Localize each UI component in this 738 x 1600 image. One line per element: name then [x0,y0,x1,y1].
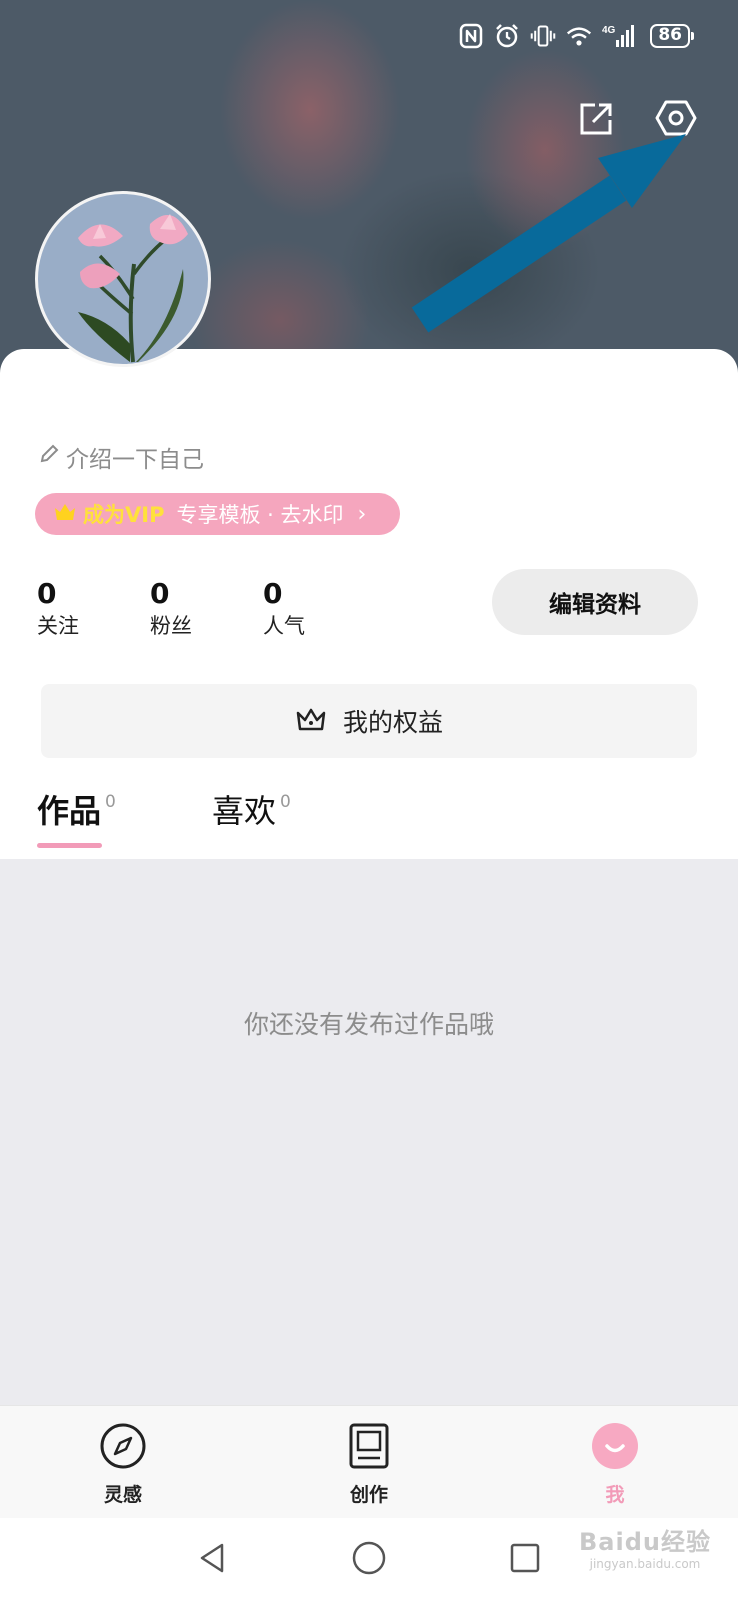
crown-outline-icon [295,705,327,737]
bio-placeholder: 介绍一下自己 [66,447,204,473]
stat-label: 关注 [37,614,79,638]
create-icon [345,1422,393,1470]
avatar[interactable] [35,191,211,367]
tab-count: 0 [280,792,291,812]
chevron-right-icon: › [357,501,367,527]
nav-label: 灵感 [103,1484,142,1506]
tab-works[interactable]: 作品 0 [37,790,116,832]
stat-label: 人气 [263,614,305,638]
alarm-icon [494,23,520,49]
vip-banner[interactable]: 成为VIP 专享模板 · 去水印 › [35,493,400,535]
battery-icon: 86 [650,24,694,48]
bio-edit[interactable]: 介绍一下自己 [38,440,204,474]
my-benefits-button[interactable]: 我的权益 [41,684,697,758]
bottom-navigation: 灵感 创作 我 [0,1405,738,1518]
watermark-sub: jingyan.baidu.com [589,1557,701,1571]
nav-label: 创作 [349,1484,388,1506]
benefits-label: 我的权益 [342,708,443,737]
settings-icon[interactable] [654,96,698,140]
active-tab-indicator [37,843,102,848]
empty-state-text: 你还没有发布过作品哦 [243,1010,494,1039]
stat-value: 0 [37,577,57,610]
compass-icon [99,1422,147,1470]
stat-followers[interactable]: 0 粉丝 [150,577,192,641]
stat-value: 0 [150,577,170,610]
nav-label: 我 [605,1484,625,1506]
tab-label: 作品 [37,792,102,830]
pencil-icon [38,443,60,471]
stat-popularity[interactable]: 0 人气 [263,577,305,641]
share-icon[interactable] [574,97,618,141]
edit-profile-button[interactable]: 编辑资料 [492,569,698,635]
tab-likes[interactable]: 喜欢 0 [212,790,291,832]
nfc-icon [458,23,484,49]
wifi-icon [566,23,592,49]
nav-create[interactable]: 创作 [309,1422,429,1507]
stat-label: 粉丝 [150,614,192,638]
nav-inspiration[interactable]: 灵感 [63,1422,183,1507]
watermark: Baidu经验 jingyan.baidu.com [565,1522,725,1580]
watermark-main: Baidu经验 [579,1528,711,1556]
status-bar: 4G 86 [458,18,694,54]
me-icon [591,1422,639,1470]
nav-me[interactable]: 我 [555,1422,675,1507]
recents-icon[interactable] [503,1536,547,1580]
back-icon[interactable] [190,1536,234,1580]
stat-following[interactable]: 0 关注 [37,577,79,641]
vip-description: 专享模板 · 去水印 [176,503,344,527]
crown-icon [53,501,77,527]
home-icon[interactable] [347,1536,391,1580]
tab-label: 喜欢 [212,792,277,830]
network-type-label: 4G [602,25,616,36]
works-content-area [0,859,738,1405]
vip-title: 成为VIP [83,503,165,527]
tab-count: 0 [105,792,116,812]
stat-value: 0 [263,577,283,610]
vibrate-icon [530,23,556,49]
signal-icon: 4G [602,23,636,49]
